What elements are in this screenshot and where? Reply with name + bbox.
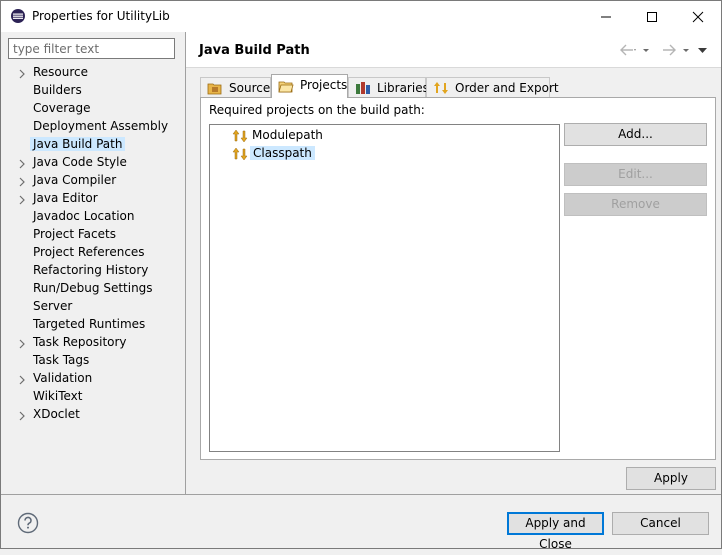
back-arrow-icon[interactable] — [619, 42, 637, 58]
modulepath-icon — [232, 128, 248, 144]
chevron-right-icon[interactable] — [17, 68, 27, 79]
nav-item-label: Project Facets — [33, 227, 116, 241]
nav-item-resource[interactable]: Resource — [1, 64, 185, 82]
libraries-icon — [355, 81, 371, 95]
nav-item-coverage[interactable]: Coverage — [1, 100, 185, 118]
nav-item-project-references[interactable]: Project References — [1, 244, 185, 262]
chevron-right-icon[interactable] — [17, 176, 27, 187]
tab-order-and-export[interactable]: Order and Export — [426, 77, 559, 97]
properties-dialog: Properties for UtilityLib Resource Builde… — [0, 0, 722, 551]
nav-item-label: Javadoc Location — [33, 209, 135, 223]
source-folder-icon — [207, 81, 223, 95]
title-bar: Properties for UtilityLib — [1, 1, 721, 32]
required-projects-list[interactable]: Modulepath Classpath — [209, 124, 560, 452]
nav-item-server[interactable]: Server — [1, 298, 185, 316]
nav-item-label: Targeted Runtimes — [33, 317, 146, 331]
eclipse-icon — [10, 8, 26, 24]
nav-item-targeted-runtimes[interactable]: Targeted Runtimes — [1, 316, 185, 334]
maximize-button[interactable] — [629, 1, 675, 32]
page-title: Java Build Path — [199, 43, 310, 58]
maximize-icon — [647, 11, 657, 22]
nav-item-label: WikiText — [33, 389, 83, 403]
nav-item-label: Java Compiler — [33, 173, 117, 187]
filter-input[interactable] — [8, 38, 175, 59]
nav-item-java-compiler[interactable]: Java Compiler — [1, 172, 185, 190]
nav-item-label: Run/Debug Settings — [33, 281, 153, 295]
minimize-icon — [601, 16, 611, 17]
tab-source[interactable]: Source — [200, 77, 271, 97]
projects-tab-panel: Required projects on the build path: Mod… — [200, 97, 716, 460]
nav-item-task-tags[interactable]: Task Tags — [1, 352, 185, 370]
nav-item-task-repository[interactable]: Task Repository — [1, 334, 185, 352]
nav-item-label: Project References — [33, 245, 145, 259]
tab-libraries[interactable]: Libraries — [348, 77, 429, 97]
chevron-right-icon[interactable] — [17, 338, 27, 349]
nav-item-label: Validation — [33, 371, 93, 385]
forward-arrow-icon[interactable] — [659, 42, 677, 58]
chevron-right-icon[interactable] — [17, 374, 27, 385]
close-button[interactable] — [675, 1, 721, 32]
nav-item-java-code-style[interactable]: Java Code Style — [1, 154, 185, 172]
nav-item-label: Resource — [33, 65, 89, 79]
order-export-icon — [433, 81, 449, 95]
page-header: Java Build Path — [186, 32, 721, 68]
edit-button[interactable]: Edit... — [564, 163, 707, 186]
nav-item-builders[interactable]: Builders — [1, 82, 185, 100]
nav-item-project-facets[interactable]: Project Facets — [1, 226, 185, 244]
nav-item-run-debug-settings[interactable]: Run/Debug Settings — [1, 280, 185, 298]
nav-item-xdoclet[interactable]: XDoclet — [1, 406, 185, 424]
nav-item-label: Server — [33, 299, 73, 313]
minimize-button[interactable] — [583, 1, 629, 32]
remove-button[interactable]: Remove — [564, 193, 707, 216]
projects-folder-icon — [278, 79, 294, 93]
nav-item-java-build-path[interactable]: Java Build Path — [1, 136, 185, 154]
nav-item-label: Java Editor — [33, 191, 98, 205]
help-icon[interactable] — [17, 512, 39, 534]
window-title: Properties for UtilityLib — [32, 9, 170, 23]
footer-divider — [1, 494, 721, 495]
nav-item-label: XDoclet — [33, 407, 80, 421]
nav-item-refactoring-history[interactable]: Refactoring History — [1, 262, 185, 280]
nav-item-label: Task Tags — [33, 353, 90, 367]
nav-item-label: Coverage — [33, 101, 91, 115]
nav-item-label: Builders — [33, 83, 82, 97]
tab-projects[interactable]: Projects — [271, 74, 348, 98]
chevron-right-icon[interactable] — [17, 410, 27, 421]
nav-item-wikitext[interactable]: WikiText — [1, 388, 185, 406]
nav-item-validation[interactable]: Validation — [1, 370, 185, 388]
nav-item-deployment-assembly[interactable]: Deployment Assembly — [1, 118, 185, 136]
close-icon — [692, 11, 704, 22]
cancel-button[interactable]: Cancel — [612, 512, 709, 535]
nav-item-label: Deployment Assembly — [33, 119, 169, 133]
nav-item-javadoc-location[interactable]: Javadoc Location — [1, 208, 185, 226]
property-page-tree: Resource Builders Coverage Deployment Assem… — [1, 64, 185, 494]
nav-item-label: Task Repository — [33, 335, 127, 349]
chevron-right-icon[interactable] — [17, 194, 27, 205]
add-button[interactable]: Add... — [564, 123, 707, 146]
chevron-right-icon[interactable] — [17, 158, 27, 169]
nav-item-label: Refactoring History — [33, 263, 149, 277]
section-label: Required projects on the build path: — [209, 103, 425, 117]
view-menu-icon[interactable] — [696, 42, 714, 58]
classpath-icon — [232, 146, 248, 162]
back-dropdown-icon[interactable] — [641, 42, 659, 58]
nav-item-label: Java Build Path — [30, 137, 126, 151]
nav-item-label: Java Code Style — [33, 155, 127, 169]
nav-item-java-editor[interactable]: Java Editor — [1, 190, 185, 208]
apply-button[interactable]: Apply — [626, 467, 716, 490]
apply-and-close-button[interactable]: Apply and Close — [507, 512, 604, 551]
